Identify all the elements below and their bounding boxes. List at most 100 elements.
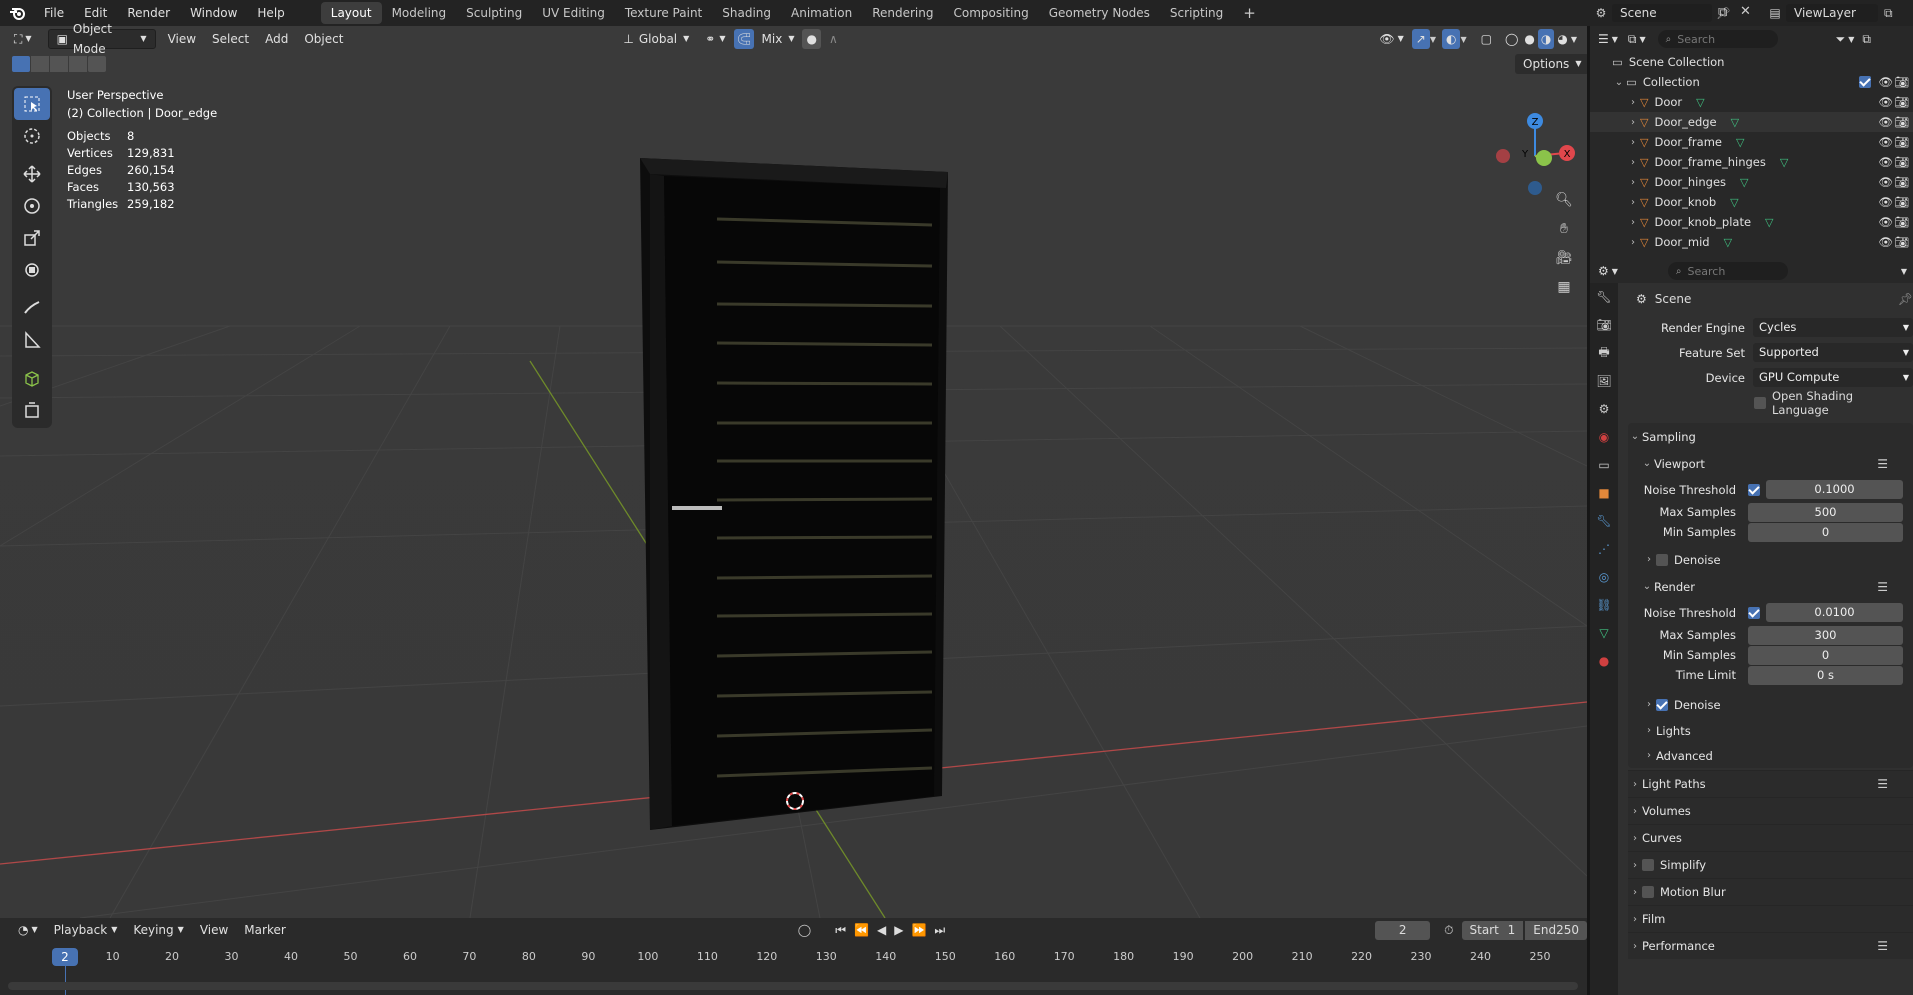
select-box-tool[interactable] [14,88,50,120]
physics-tab-icon[interactable]: ◎ [1590,563,1618,591]
outliner-search[interactable]: ⌕ Search [1657,30,1778,48]
ortho-grid-icon[interactable]: ▦ [1550,279,1578,308]
options-dropdown[interactable]: Options ▼ [1515,54,1590,74]
view-layer-name-field[interactable]: ViewLayer [1786,4,1878,22]
visibility-eye-icon[interactable]: 👁︎ [1878,235,1893,249]
navigation-gizmo[interactable]: Z X Y [1490,86,1580,196]
presets-list-icon[interactable]: ☰ [1877,457,1888,471]
presets-list-icon[interactable]: ☰ [1877,580,1888,594]
snap-mode-dropdown[interactable]: Mix ▼ [754,29,803,49]
playback-menu[interactable]: Playback ▼ [46,920,126,940]
r-time-limit-field[interactable]: 0 s [1748,665,1903,685]
particles-tab-icon[interactable]: ⋰ [1590,535,1618,563]
tab-sculpting[interactable]: Sculpting [456,2,532,24]
expand-icon[interactable]: › [1626,177,1640,188]
pan-hand-icon[interactable]: ✋︎ [1550,221,1578,250]
mesh-data-icon[interactable]: ▽ [1736,136,1744,149]
play-icon[interactable]: ▶ [894,923,903,937]
feature-set-dropdown[interactable]: Supported ▼ [1753,343,1913,362]
motion-blur-panel[interactable]: › Motion Blur [1628,878,1913,905]
snap-toggle[interactable]: 🧲︎ [733,29,754,49]
menu-file[interactable]: File [34,0,74,26]
r-denoise-header[interactable]: › Denoise [1628,691,1913,718]
measure-tool[interactable] [14,324,50,356]
3d-viewport[interactable]: User Perspective (2) Collection | Door_e… [0,26,1587,918]
object-tab-icon[interactable]: ■ [1590,479,1618,507]
collection-row[interactable]: ⌄ ▭ Collection 👁︎ 📷︎ [1590,72,1913,92]
tab-shading[interactable]: Shading [712,2,781,24]
collection-tab-icon[interactable]: ▭ [1590,451,1618,479]
timeline-editor-type[interactable]: ◔ ▼ [10,920,46,940]
render-engine-dropdown[interactable]: Cycles ▼ [1753,318,1913,337]
overlay-toggle[interactable]: ◐ [1441,29,1461,49]
menu-view[interactable]: View [160,29,204,49]
pivot-dropdown[interactable]: ⚭ ▼ [697,29,733,49]
advanced-subpanel-header[interactable]: › Advanced [1628,743,1913,768]
select-invert-icon[interactable] [69,56,87,72]
performance-panel[interactable]: › Performance ☰ [1628,932,1913,959]
mode-dropdown[interactable]: ▣ Object Mode ▼ [47,22,156,56]
3d-cursor-icon[interactable] [784,790,806,812]
view-layer-selector[interactable]: ▤ ViewLayer ⧉ [1764,3,1904,23]
current-frame-field[interactable]: 2 [1375,920,1431,940]
render-camera-icon[interactable]: 📷︎ [1894,155,1909,169]
lights-subpanel-header[interactable]: › Lights [1628,718,1913,743]
frame-ruler[interactable]: 10 20 30 40 50 60 70 80 90 100 110 120 130 140 150 160 1… [0,946,1587,970]
render-camera-icon[interactable]: 📷︎ [1894,115,1909,129]
playhead-frame-label[interactable]: 2 [52,948,78,966]
render-tab-icon[interactable]: 📷︎ [1590,311,1618,339]
material-tab-icon[interactable]: ● [1590,647,1618,675]
volumes-panel[interactable]: › Volumes [1628,797,1913,824]
start-frame-field[interactable]: Start 1 [1461,920,1524,940]
visibility-eye-icon[interactable]: 👁︎ [1878,175,1893,189]
mesh-data-icon[interactable]: ▽ [1730,196,1738,209]
light-paths-panel[interactable]: › Light Paths ☰ [1628,770,1913,797]
render-camera-icon[interactable]: 📷︎ [1894,195,1909,209]
gizmo-toggle[interactable]: ↗ [1411,29,1430,49]
outliner-object-row[interactable]: › ▽ Door_frame_hinges ▽ 👁︎ 📷︎ [1590,152,1913,172]
scale-tool[interactable] [14,222,50,254]
vp-min-samples-field[interactable]: 0 [1748,522,1903,542]
mesh-data-icon[interactable]: ▽ [1724,236,1732,249]
vp-denoise-header[interactable]: › Denoise [1628,546,1913,573]
outliner-object-row[interactable]: › ▽ Door ▽ 👁︎ 📷︎ [1590,92,1913,112]
timeline-scrollbar[interactable] [8,982,1578,990]
sampling-header[interactable]: ⌄ Sampling [1628,423,1913,450]
expand-icon[interactable]: › [1626,137,1640,148]
select-extend-icon[interactable] [31,56,49,72]
scene-tab-icon[interactable]: ⚙ [1590,395,1618,423]
view-layer-tab-icon[interactable]: 🖼︎ [1590,367,1618,395]
mesh-data-icon[interactable]: ▽ [1765,216,1773,229]
vp-noise-threshold-checkbox[interactable] [1748,483,1760,496]
delete-scene-icon[interactable]: ✕ [1740,4,1751,19]
annotate-tool[interactable] [14,292,50,324]
vp-denoise-checkbox[interactable] [1656,553,1668,566]
visibility-eye-icon[interactable]: 👁︎ [1878,95,1893,109]
render-camera-icon[interactable]: 📷︎ [1894,95,1909,109]
tab-layout[interactable]: Layout [320,2,382,24]
vp-max-samples-field[interactable]: 500 [1748,502,1903,522]
expand-icon[interactable]: › [1626,197,1640,208]
visibility-dropdown[interactable]: 👁︎ ▼ [1371,29,1411,49]
tab-rendering[interactable]: Rendering [862,2,943,24]
tab-compositing[interactable]: Compositing [943,2,1038,24]
presets-list-icon[interactable]: ☰ [1877,777,1888,791]
tab-texture-paint[interactable]: Texture Paint [615,2,712,24]
output-tab-icon[interactable]: 🖶 [1590,339,1618,367]
new-collection-icon[interactable]: ⧉ [1862,32,1871,47]
select-subtract-icon[interactable] [50,56,68,72]
device-dropdown[interactable]: GPU Compute ▼ [1753,368,1913,387]
world-tab-icon[interactable]: ◉ [1590,423,1618,451]
tab-uv-editing[interactable]: UV Editing [532,2,615,24]
add-workspace-button[interactable]: + [1233,2,1266,24]
select-new-icon[interactable] [12,56,30,72]
visibility-eye-icon[interactable]: 👁︎ [1878,75,1893,89]
add-cube-tool[interactable] [14,362,50,394]
door-object[interactable] [620,126,960,846]
end-frame-field[interactable]: End 250 [1525,920,1587,940]
wireframe-shading-icon[interactable]: ◯ [1502,29,1521,49]
r-noise-threshold-field[interactable]: 0.0100 [1766,603,1903,622]
simplify-checkbox[interactable] [1642,859,1654,871]
r-max-samples-field[interactable]: 300 [1748,625,1903,645]
render-camera-icon[interactable]: 📷︎ [1894,175,1909,189]
